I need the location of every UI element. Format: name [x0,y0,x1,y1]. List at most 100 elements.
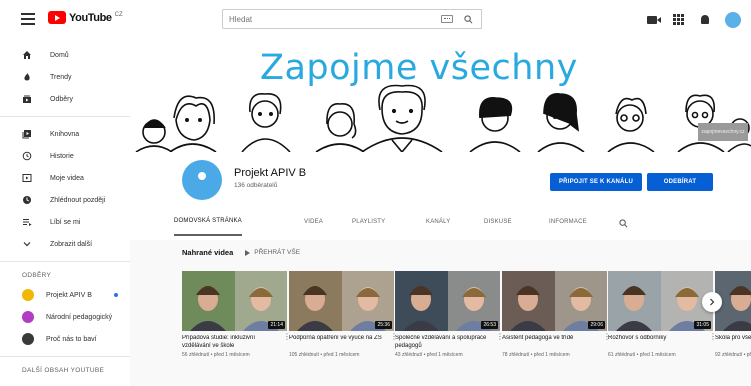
logo-region: CZ [114,11,123,18]
my-videos-icon [22,173,32,183]
notifications-button[interactable] [699,14,711,26]
channel-avatar [22,311,34,323]
sidebar-item-label: Historie [50,152,74,160]
video-title[interactable]: Případová studie: inkluzivní vzdělávání … [182,335,287,350]
top-bar: YouTube CZ [0,0,751,40]
play-all-button[interactable]: PŘEHRÁT VŠE [245,249,300,256]
sidebar: Domů Trendy Odběry Knihovna Historie Moj… [0,40,130,386]
sidebar-item-show-more[interactable]: Zobrazit další [0,233,130,255]
banner-title: Zapojme všechny [260,48,578,88]
tab-discussion[interactable]: DISKUSE [484,208,512,236]
video-card[interactable]: 29:06 Asistent pedagoga ve třídě 78 zhlédn… [502,271,611,358]
sidebar-subscription[interactable]: Proč nás to baví [0,328,130,350]
person-figure [537,93,585,152]
sidebar-item-label: Moje videa [50,174,84,182]
search-icon [463,14,472,23]
more-options-icon[interactable]: ⋮ [283,333,291,341]
banner-illustration [135,84,751,152]
new-content-dot [113,293,118,297]
sidebar-item-label: Proč nás to baví [46,335,97,343]
sidebar-item-label: Národní pedagogický [46,313,113,321]
sidebar-item-label: Trendy [50,73,72,81]
video-card[interactable]: 28:23Škola pro všechny92 zhlédnutí • pře… [715,271,751,358]
video-meta: 92 zhlédnutí • před 1 měsícem [715,352,751,358]
tab-home[interactable]: DOMOVSKÁ STRÁNKA [174,208,242,236]
channel-header: Projekt APIV B 136 odběratelů PŘIPOJIT S… [130,152,751,240]
video-duration: 25:36 [375,321,392,329]
channel-avatar [22,333,34,345]
tab-channels[interactable]: KANÁLY [426,208,450,236]
account-avatar[interactable] [725,12,741,28]
video-camera-icon [647,16,661,24]
video-card[interactable]: 21:14 Případová studie: inkluzivní vzdělá… [182,271,291,358]
keyboard-icon[interactable] [441,15,453,23]
sidebar-item-label: Líbí se mi [50,218,81,226]
search-button[interactable] [459,12,477,26]
menu-icon[interactable] [21,13,35,25]
person-figure [469,97,521,152]
home-icon [22,50,32,60]
more-options-icon[interactable]: ⋮ [603,333,611,341]
video-thumbnail[interactable]: 26:53 [395,271,500,331]
video-card[interactable]: 26:53 Společné vzdělávání a spolupráce pe… [395,271,504,358]
channel-page: Zapojme všechny zapojmevsechny.cz Projek… [130,40,751,386]
channel-tabs: DOMOVSKÁ STRÁNKA VIDEA PLAYLISTY KANÁLY … [130,207,751,237]
more-options-icon[interactable]: ⋮ [390,333,398,341]
video-card[interactable]: 25:36 Podpůrná opatření ve výuce na ZŠ 105… [289,271,398,358]
channel-avatar[interactable] [182,160,222,200]
shelf-next-button[interactable] [702,292,722,312]
video-duration: 21:14 [268,321,285,329]
sidebar-item-label: Odběry [50,95,73,103]
video-title[interactable]: Rozhovor s odborníky [608,335,713,350]
person-figure [241,93,291,152]
video-thumbnail[interactable]: 31:05 [608,271,713,331]
fire-icon [22,72,32,82]
sidebar-item-history[interactable]: Historie [0,145,130,167]
video-meta: 78 zhlédnutí • před 1 měsícem [502,352,570,358]
tab-about[interactable]: INFORMACE [549,208,587,236]
tab-playlists[interactable]: PLAYLISTY [352,208,385,236]
channel-banner: Zapojme všechny zapojmevsechny.cz [130,40,751,152]
sidebar-item-liked[interactable]: Líbí se mi [0,211,130,233]
sidebar-item-subscriptions[interactable]: Odběry [0,88,130,110]
sidebar-subscription[interactable]: Projekt APIV B [0,284,130,306]
video-title[interactable]: Podpůrná opatření ve výuce na ZŠ [289,335,394,350]
person-figure [135,119,173,152]
sidebar-item-label: Zobrazit další [50,240,93,248]
sidebar-item-youtube-premium[interactable] [0,379,130,386]
sidebar-item-label: Domů [50,51,69,59]
more-options-icon[interactable]: ⋮ [496,333,504,341]
video-card[interactable]: 31:05 Rozhovor s odborníky 61 zhlédnutí • … [608,271,717,358]
apps-button[interactable] [673,14,685,26]
sidebar-item-library[interactable]: Knihovna [0,123,130,145]
chevron-down-icon [22,239,32,249]
video-title[interactable]: Škola pro všechny [715,335,751,350]
banner-link[interactable]: zapojmevsechny.cz [698,123,748,141]
youtube-logo[interactable]: YouTube CZ [48,11,123,24]
video-title[interactable]: Společné vzdělávání a spolupráce pedagog… [395,335,500,350]
history-icon [22,151,32,161]
more-options-icon[interactable]: ⋮ [709,333,717,341]
search-icon [619,219,628,228]
watch-later-icon [22,195,32,205]
subscribe-button[interactable]: ODEBÍRAT [647,173,713,191]
person-figure [607,97,655,152]
channel-search-button[interactable] [619,215,629,228]
sidebar-subscription[interactable]: Národní pedagogický [0,306,130,328]
video-thumbnail[interactable]: 29:06 [502,271,607,331]
sidebar-divider [0,116,130,117]
youtube-play-icon [48,11,66,24]
create-video-button[interactable] [647,14,661,26]
sidebar-item-trending[interactable]: Trendy [0,66,130,88]
sidebar-item-home[interactable]: Domů [0,44,130,66]
join-button[interactable]: PŘIPOJIT SE K KANÁLU [550,173,642,191]
apps-grid-icon [673,14,685,25]
video-title[interactable]: Asistent pedagoga ve třídě [502,335,607,350]
sidebar-divider [0,356,130,357]
video-thumbnail[interactable]: 21:14 [182,271,287,331]
bell-icon [701,15,709,24]
sidebar-item-watch-later[interactable]: Zhlédnout později [0,189,130,211]
sidebar-item-my-videos[interactable]: Moje videa [0,167,130,189]
video-thumbnail[interactable]: 25:36 [289,271,394,331]
tab-videos[interactable]: VIDEA [304,208,323,236]
